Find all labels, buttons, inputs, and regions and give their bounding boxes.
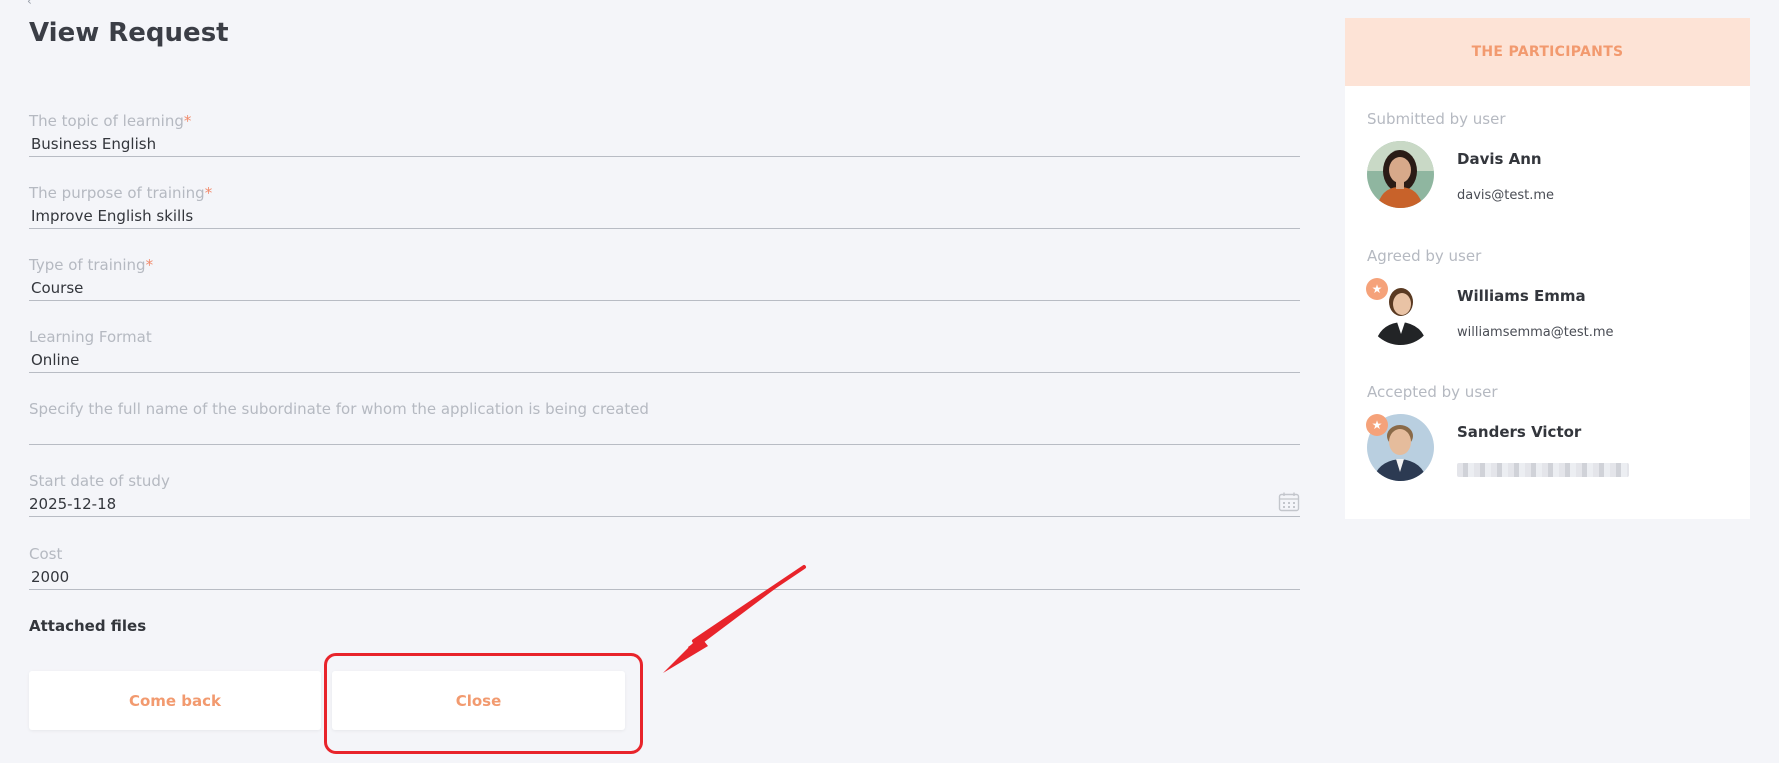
start-date-field[interactable]: Start date of study 2025-12-18 (29, 472, 1300, 517)
back-chevron-icon[interactable]: ‹ (27, 0, 41, 8)
participant-submitted: Submitted by user Davis Ann davis@test.m… (1367, 110, 1737, 220)
participants-panel: THE PARTICIPANTS Submitted by user Davis… (1345, 18, 1750, 519)
participant-accepted: Accepted by user ★ Sanders Victor (1366, 383, 1737, 493)
participant-email-redacted (1457, 463, 1629, 477)
calendar-icon[interactable] (1278, 492, 1300, 512)
avatar (1367, 141, 1434, 208)
purpose-label: The purpose of training* (29, 184, 213, 202)
training-type-value: Course (31, 279, 84, 297)
cost-label: Cost (29, 545, 63, 563)
training-type-field[interactable]: Type of training* Course (29, 256, 1300, 301)
learning-format-field[interactable]: Learning Format Online (29, 328, 1300, 373)
attached-files-heading: Attached files (29, 617, 147, 635)
start-date-value: 2025-12-18 (29, 495, 117, 513)
subordinate-field[interactable]: Specify the full name of the subordinate… (29, 400, 1300, 445)
annotation-highlight-box (324, 653, 643, 754)
participant-name: Sanders Victor (1457, 423, 1582, 441)
learning-format-value: Online (31, 351, 80, 369)
participant-email: davis@test.me (1457, 188, 1555, 203)
participant-role: Accepted by user (1367, 383, 1498, 401)
star-icon: ★ (1366, 278, 1388, 300)
topic-label: The topic of learning* (29, 112, 192, 130)
learning-format-label: Learning Format (29, 328, 152, 346)
participant-role: Agreed by user (1367, 247, 1482, 265)
participant-role: Submitted by user (1367, 110, 1506, 128)
start-date-label: Start date of study (29, 472, 170, 490)
subordinate-label: Specify the full name of the subordinate… (29, 400, 649, 418)
participant-name: Williams Emma (1457, 287, 1586, 305)
purpose-field[interactable]: The purpose of training* Improve English… (29, 184, 1300, 229)
topic-field[interactable]: The topic of learning* Business English (29, 112, 1300, 157)
come-back-button[interactable]: Come back (29, 671, 321, 730)
participant-name: Davis Ann (1457, 150, 1542, 168)
page-title: View Request (29, 18, 229, 48)
cost-field[interactable]: Cost 2000 (29, 545, 1300, 590)
cost-value: 2000 (31, 568, 70, 586)
star-icon: ★ (1366, 414, 1388, 436)
topic-value: Business English (31, 135, 157, 153)
participant-agreed: Agreed by user ★ Williams Emma williamse… (1366, 247, 1737, 357)
participant-email: williamsemma@test.me (1457, 325, 1614, 340)
purpose-value: Improve English skills (31, 207, 194, 225)
participants-header: THE PARTICIPANTS (1345, 18, 1750, 86)
training-type-label: Type of training* (29, 256, 154, 274)
